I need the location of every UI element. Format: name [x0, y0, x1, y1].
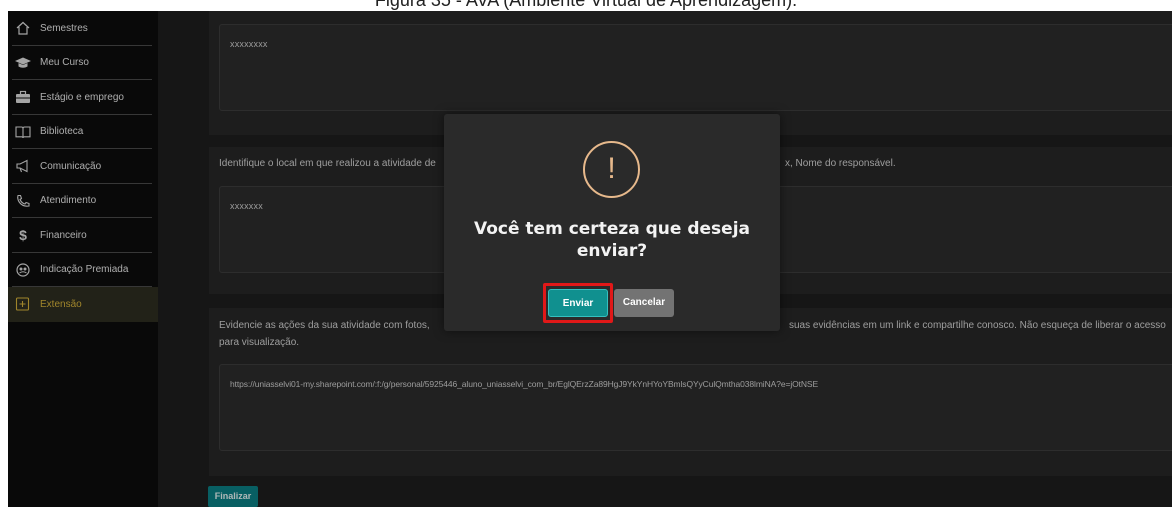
sidebar-item-label: Extensão: [40, 298, 82, 310]
sidebar-item-extensao[interactable]: Extensão: [8, 287, 158, 322]
briefcase-icon: [14, 90, 32, 104]
sidebar-item-biblioteca[interactable]: Biblioteca: [8, 115, 158, 150]
plus-square-icon: [14, 297, 32, 311]
referral-icon: [14, 263, 32, 277]
sidebar-item-atendimento[interactable]: Atendimento: [8, 184, 158, 219]
sidebar-item-estagio[interactable]: Estágio e emprego: [8, 80, 158, 115]
sidebar-item-meu-curso[interactable]: Meu Curso: [8, 46, 158, 81]
sidebar-item-comunicacao[interactable]: Comunicação: [8, 149, 158, 184]
book-icon: [14, 125, 32, 139]
sidebar-item-semestres[interactable]: Semestres: [8, 11, 158, 46]
graduation-cap-icon: [14, 56, 32, 70]
home-icon: [14, 21, 32, 35]
sidebar: Semestres Meu Curso Estágio e emprego Bi…: [8, 11, 158, 507]
sidebar-item-label: Financeiro: [40, 229, 87, 241]
sidebar-item-indicacao[interactable]: Indicação Premiada: [8, 253, 158, 288]
sidebar-item-label: Semestres: [40, 22, 88, 34]
sidebar-item-label: Estágio e emprego: [40, 91, 124, 103]
dialog-title: Você tem certeza que deseja enviar?: [473, 219, 751, 261]
sidebar-item-label: Meu Curso: [40, 57, 89, 69]
dollar-icon: $: [19, 227, 27, 244]
field-label-local-tail: x, Nome do responsável.: [785, 158, 896, 169]
sidebar-item-label: Biblioteca: [40, 126, 84, 138]
field-label-local: Identifique o local em que realizou a at…: [219, 158, 436, 169]
megaphone-icon: [14, 159, 32, 173]
form-section-3: Evidencie as ações da sua atividade com …: [209, 308, 1172, 476]
field-label-evidencias-tail: suas evidências em um link e compartilhe…: [789, 320, 1166, 331]
field-label-evidencias-line2: para visualização.: [219, 337, 300, 348]
figure-caption: Figura 35 - AVA (Ambiente Virtual de Apr…: [374, 0, 798, 10]
finalizar-button[interactable]: Finalizar: [208, 486, 258, 507]
enviar-button[interactable]: Enviar: [548, 289, 608, 317]
cancelar-button[interactable]: Cancelar: [614, 289, 674, 317]
app-window: Semestres Meu Curso Estágio e emprego Bi…: [8, 11, 1172, 507]
sidebar-item-label: Comunicação: [40, 160, 102, 172]
text-area-link[interactable]: https://uniasselvi01-my.sharepoint.com/:…: [219, 364, 1172, 451]
phone-icon: [14, 194, 32, 208]
confirm-dialog: ! Você tem certeza que deseja enviar? En…: [444, 114, 780, 331]
text-area-1[interactable]: xxxxxxxx: [219, 24, 1172, 111]
sidebar-item-label: Atendimento: [40, 195, 97, 207]
sidebar-item-label: Indicação Premiada: [40, 264, 129, 276]
field-label-evidencias: Evidencie as ações da sua atividade com …: [219, 320, 430, 331]
exclamation-icon: !: [583, 141, 640, 198]
sidebar-item-financeiro[interactable]: $ Financeiro: [8, 218, 158, 253]
